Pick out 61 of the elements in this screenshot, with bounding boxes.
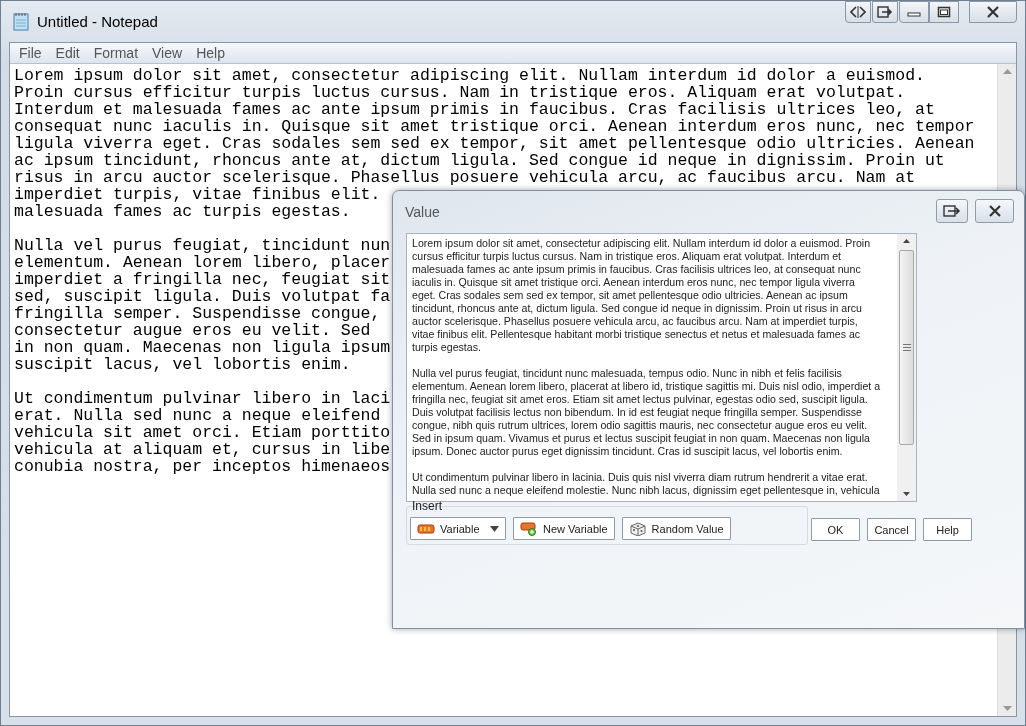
text-line: in non quam. Maecenas non ligula ipsum — [14, 339, 391, 356]
paragraph: Ut condimentum pulvinar libero in lacinia. Duis quis nisl viverra diam rutrum hendrerit a vitae erat. Nulla sed nunc a neque eleifend molestie. Nunc nibh lacus, dignissim eget pellentesque in, vehicula — [412, 471, 880, 497]
close-button[interactable] — [975, 199, 1014, 223]
text-line: consequat nunc iaculis in. Quisque sit amet tristique orci. Aenean interdum eros nunc, nec tempor — [14, 118, 975, 135]
maximize-button[interactable] — [929, 1, 959, 23]
menu-item[interactable]: Help — [189, 45, 232, 61]
insert-button[interactable]: Random Value — [621, 517, 731, 540]
close-icon — [985, 5, 1001, 19]
text-line: suscipit lacus, vel lobortis enim. — [14, 356, 351, 373]
group-label: Insert — [412, 499, 442, 513]
export-window-icon — [877, 5, 893, 19]
text-line: Interdum et malesuada fames ac ante ipsum primis in faucibus. Cras facilisis ultrices leo, at — [14, 101, 935, 118]
close-button[interactable] — [969, 1, 1017, 23]
paragraph: Nulla vel purus feugiat, tincidunt nunc malesuada, tempus odio. Nunc in nibh et felis facilisis elementum. Aenean lorem libero, placerat at libero id, tristique sagittis mi. Duis nisl odio, imperdiet a fringilla nec, feugiat sit amet eros. Etiam sit amet lectus pulvinar, egestas odio sed, suscipit ligula. Duis volutpat facilisis lectus non bibendum. In id est feugiat neque fringilla semper. Suspendisse congue, nibh quis rutrum ultrices, lorem odio sagittis mauris, nec consectetur augue eros eu velit. Sed in ipsum quam. Vivamus et purus et lectus suscipit feugiat in non quam. Maecenas non ligula ipsum. Donec auctor purus eget dignissim tincidunt. Cras id suscipit lacus, vel lobortis enim. — [412, 367, 881, 458]
insert-button[interactable]: New Variable — [513, 517, 615, 540]
scroll-down-icon[interactable] — [902, 491, 911, 497]
scroll-up-icon[interactable] — [902, 238, 911, 244]
menu-item[interactable]: View — [145, 45, 190, 61]
variable-dropdown[interactable]: Variable — [410, 517, 506, 540]
dialog-button[interactable]: Help — [923, 518, 972, 541]
text-line: Proin cursus efficitur turpis luctus cursus. Nam in tristique eros. Aliquam erat volutpat. — [14, 84, 906, 101]
tag-plus-icon — [520, 521, 538, 536]
text-line: elementum. Aenean lorem libero, placer — [14, 254, 391, 271]
split-arrows-icon — [850, 5, 866, 19]
text-line: imperdiet turpis, vitae finibus elit. — [14, 186, 381, 203]
text-line: fringilla semper. Suspendisse congue, — [14, 305, 381, 322]
text-line: ac ipsum tincidunt, rhoncus ante at, dictum ligula. Sed congue id neque in dignissim. Proin ut — [14, 152, 945, 169]
cube-icon — [628, 521, 647, 536]
text-line: malesuada fames ac turpis egestas. — [14, 203, 351, 220]
menu-item[interactable]: Format — [86, 45, 146, 61]
text-line: Ut condimentum pulvinar libero in laci — [14, 390, 391, 407]
split-view-button[interactable] — [845, 1, 871, 23]
export-button[interactable] — [872, 1, 898, 23]
dialog-button[interactable]: Cancel — [867, 518, 916, 541]
window-title: Untitled - Notepad — [37, 13, 158, 30]
text-line: imperdiet a fringilla nec, feugiat sit — [14, 271, 391, 288]
close-icon — [987, 205, 1002, 217]
notepad-icon — [13, 12, 29, 31]
text-line: vehicula sit amet orci. Etiam porttito — [14, 424, 391, 441]
text-line: risus in arcu auctor scelerisque. Phasellus posuere vehicula arcu, ac faucibus arcu. Nam at — [14, 169, 916, 186]
menu-item[interactable]: Edit — [48, 45, 87, 61]
maximize-icon — [937, 6, 951, 18]
export-window-icon — [943, 204, 961, 218]
dialog-button[interactable]: OK — [811, 518, 860, 541]
dialog-title: Value — [405, 204, 440, 220]
text-line: ligula viverra eget. Cras sodales sem sed ex tempor, sit amet pellentesque odio ultricies. Aenean — [14, 135, 975, 152]
tag-icon — [417, 521, 435, 536]
text-line: conubia nostra, per inceptos himenaeos — [14, 458, 391, 475]
caret-icon — [490, 525, 499, 532]
text-line: erat. Nulla sed nunc a neque eleifend — [14, 407, 381, 424]
export-button[interactable] — [936, 199, 968, 223]
menu-item[interactable]: File — [12, 45, 49, 61]
text-line: Nulla vel purus feugiat, tincidunt nun — [14, 237, 391, 254]
grip-icon — [902, 344, 911, 351]
text-line: Lorem ipsum dolor sit amet, consectetur adipiscing elit. Nullam interdum id dolor a euismod. — [14, 67, 925, 84]
text-line: vehicula at aliquam et, cursus in libe — [14, 441, 391, 458]
text-line: sed, suscipit ligula. Duis volutpat fa — [14, 288, 391, 305]
value-text-area[interactable] — [406, 233, 917, 502]
vertical-scrollbar[interactable] — [897, 234, 916, 501]
paragraph: Lorem ipsum dolor sit amet, consectetur adipiscing elit. Nullam interdum id dolor a euismod. Proin cursus efficitur turpis luctus cursus. Nam in tristique eros. Aliquam erat volutpat. Interdum et malesuada fames ac ante ipsum primis in faucibus. Cras facilisis ultrices leo, at consequat nunc iaculis in. Quisque sit amet tristique orci. Aenean interdum eros nunc, nec tempor ligula viverra eget. Cras sodales sem sed ex tempor, sit amet pellentesque odio ultricies. Aenean ac ipsum tincidunt, rhoncus ante at, dictum ligula. Sed congue id neque in dignissim. Proin ut risus in arcu auctor scelerisque. Phasellus posuere vehicula arcu, ac faucibus arcu. Nam at imperdiet turpis, vitae finibus elit. Pellentesque habitant morbi tristique senectus et netus et malesuada fames ac turpis egestas. — [412, 237, 871, 354]
text-line: consectetur augue eros eu velit. Sed — [14, 322, 371, 339]
